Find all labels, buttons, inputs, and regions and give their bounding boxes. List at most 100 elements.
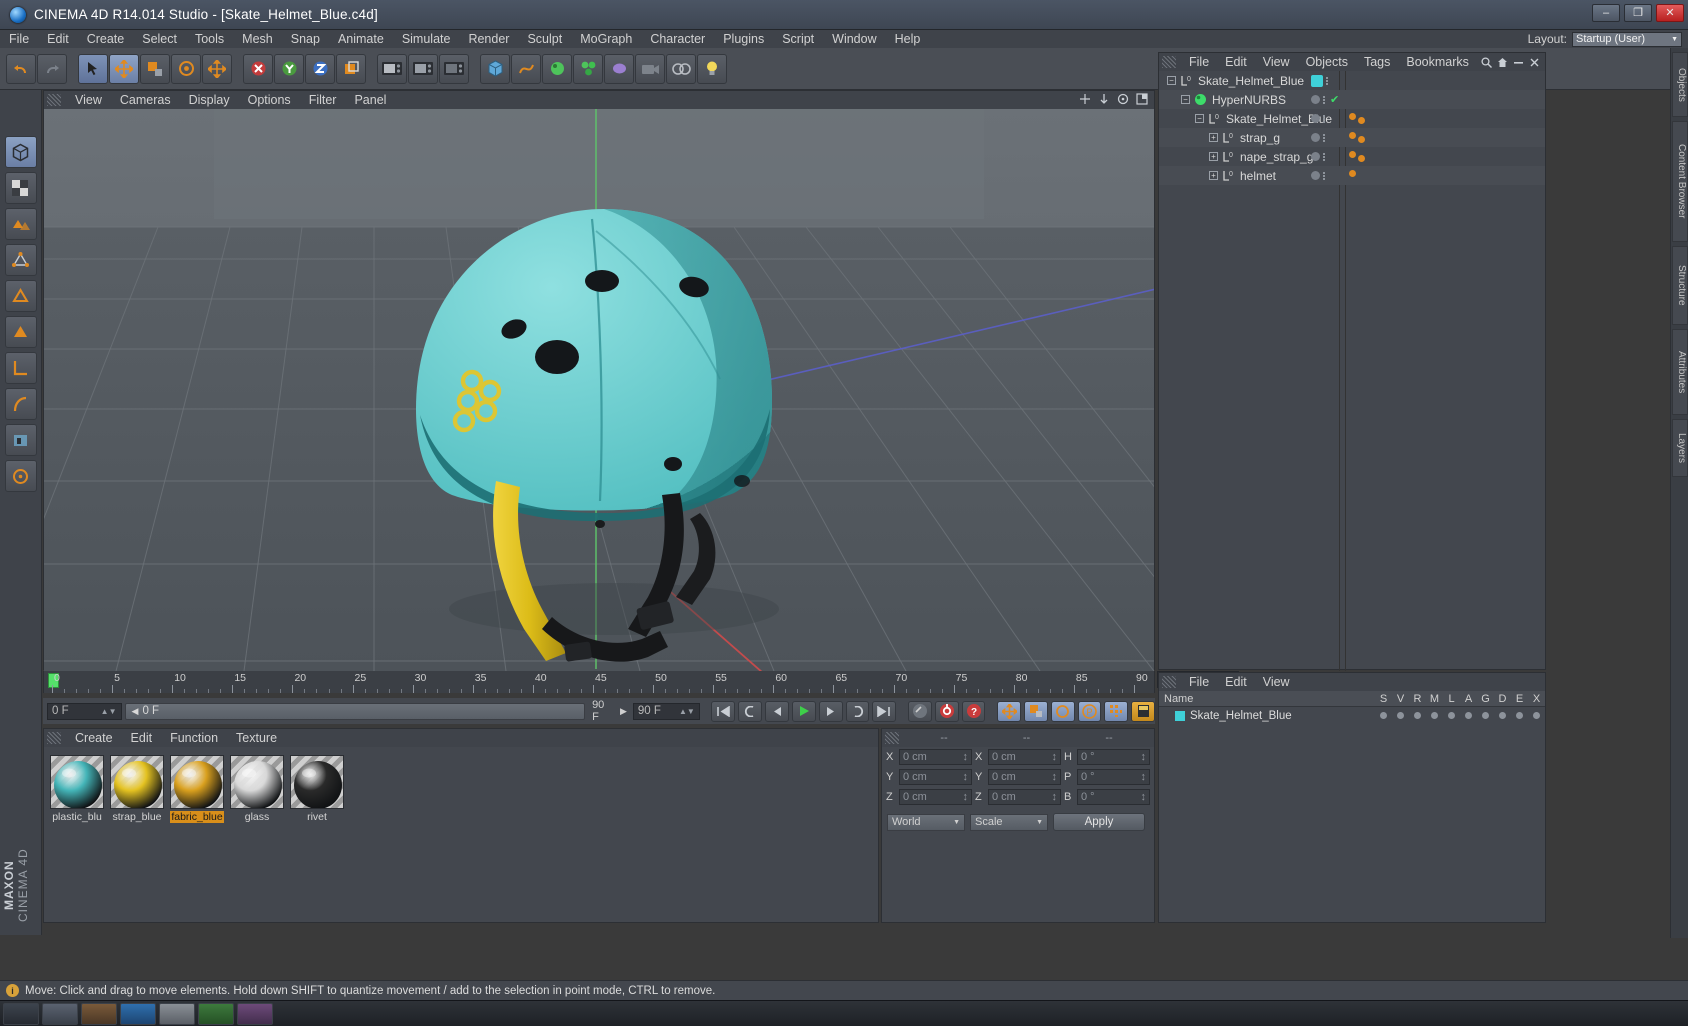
menu-item-help[interactable]: Help xyxy=(886,30,930,48)
autokey-button[interactable] xyxy=(934,700,959,722)
material-tag-icon[interactable] xyxy=(1358,117,1365,124)
stepper-icon[interactable]: ↕ xyxy=(1052,791,1058,803)
layer-toggle[interactable] xyxy=(1528,712,1545,719)
coordinate-input[interactable]: 0 cm ↕ xyxy=(988,749,1061,765)
stepper-icon[interactable]: ↕ xyxy=(1052,771,1058,783)
layer-menu-edit[interactable]: Edit xyxy=(1217,673,1255,691)
tree-expander-icon[interactable]: + xyxy=(1209,133,1218,142)
layer-toggle[interactable] xyxy=(1426,712,1443,719)
dolly-icon[interactable] xyxy=(1098,93,1110,105)
menu-item-edit[interactable]: Edit xyxy=(38,30,78,48)
layer-grip-icon[interactable] xyxy=(1162,676,1176,688)
layer-menu-view[interactable]: View xyxy=(1255,673,1298,691)
object-tags[interactable] xyxy=(1349,113,1365,124)
object-tree-row[interactable]: +0 helmet xyxy=(1159,166,1545,185)
menu-item-simulate[interactable]: Simulate xyxy=(393,30,460,48)
layer-toggle[interactable] xyxy=(1392,712,1409,719)
coordinate-input[interactable]: 0 ° ↕ xyxy=(1077,749,1150,765)
material-tag-icon[interactable] xyxy=(1349,132,1356,139)
object-grip-icon[interactable] xyxy=(1162,56,1176,68)
menu-item-render[interactable]: Render xyxy=(459,30,518,48)
stepper-icon[interactable]: ▲▼ xyxy=(679,707,695,716)
taskbar-item[interactable] xyxy=(3,1002,39,1025)
viewport-panel[interactable]: ViewCamerasDisplayOptionsFilterPanel Per… xyxy=(43,90,1155,671)
coordinate-space-dropdown[interactable]: World ▼ xyxy=(887,813,965,831)
stepper-icon[interactable]: ↕ xyxy=(1141,751,1147,763)
viewport-3d-canvas[interactable]: Y X Z xyxy=(44,109,1154,671)
material-thumbnail[interactable] xyxy=(230,755,284,809)
axis-mode-button[interactable] xyxy=(4,352,37,384)
add-camera-button[interactable] xyxy=(635,53,665,84)
point-mode-button[interactable] xyxy=(4,244,37,276)
lock-workplane-button[interactable] xyxy=(4,424,37,456)
layout-dropdown[interactable]: Startup (User) ▼ xyxy=(1572,31,1682,47)
scrub-handle-icon[interactable]: ◀ xyxy=(132,706,139,717)
layer-toggle[interactable] xyxy=(1477,712,1494,719)
tree-expander-icon[interactable]: − xyxy=(1195,114,1204,123)
maximize-button[interactable]: ❐ xyxy=(1624,4,1652,22)
play-reverse-button[interactable] xyxy=(738,700,763,722)
material-menu-texture[interactable]: Texture xyxy=(227,729,286,747)
coordinate-input[interactable]: 0 cm ↕ xyxy=(899,789,972,805)
layer-toggle[interactable] xyxy=(1375,712,1392,719)
coordinate-input[interactable]: 0 cm ↕ xyxy=(899,749,972,765)
stepper-icon[interactable]: ↕ xyxy=(1052,751,1058,763)
dock-tab-structure[interactable]: Structure xyxy=(1672,246,1688,325)
loop-button[interactable] xyxy=(845,700,870,722)
coordinate-input[interactable]: 0 cm ↕ xyxy=(899,769,972,785)
layer-column-x[interactable]: X xyxy=(1528,693,1545,705)
add-cube-button[interactable] xyxy=(480,53,510,84)
material-item[interactable]: rivet xyxy=(290,755,344,823)
record-key-button[interactable] xyxy=(907,700,932,722)
object-visibility-dots[interactable] xyxy=(1311,74,1328,87)
layer-column-a[interactable]: A xyxy=(1460,693,1477,705)
material-grip-icon[interactable] xyxy=(47,732,61,744)
taskbar-item[interactable] xyxy=(159,1002,195,1025)
taskbar-item[interactable] xyxy=(120,1002,156,1025)
menu-item-snap[interactable]: Snap xyxy=(282,30,329,48)
material-name[interactable]: fabric_blue xyxy=(170,811,224,823)
timeline-scrubber[interactable]: ◀ 0 F xyxy=(124,702,586,720)
viewport-menu-panel[interactable]: Panel xyxy=(345,91,395,109)
menu-item-select[interactable]: Select xyxy=(133,30,186,48)
object-tree-row[interactable]: − HyperNURBS ✔ xyxy=(1159,90,1545,109)
editor-visibility-dot[interactable] xyxy=(1311,133,1320,142)
material-tag-icon[interactable] xyxy=(1349,113,1356,120)
enabled-check-icon[interactable]: ✔ xyxy=(1330,93,1339,106)
menu-item-sculpt[interactable]: Sculpt xyxy=(518,30,571,48)
minimize-button[interactable]: – xyxy=(1592,4,1620,22)
object-visibility-dots[interactable] xyxy=(1311,114,1325,123)
workplane-button[interactable] xyxy=(4,388,37,420)
layer-toggle[interactable] xyxy=(1494,712,1511,719)
select-tool-button[interactable] xyxy=(78,53,108,84)
material-menu-create[interactable]: Create xyxy=(66,729,122,747)
layer-column-v[interactable]: V xyxy=(1392,693,1409,705)
render-settings-button[interactable] xyxy=(439,53,469,84)
material-tag-icon[interactable] xyxy=(1349,170,1356,177)
taskbar-item[interactable] xyxy=(81,1002,117,1025)
material-item[interactable]: strap_blue xyxy=(110,755,164,823)
tree-expander-icon[interactable]: + xyxy=(1209,152,1218,161)
menu-item-script[interactable]: Script xyxy=(773,30,823,48)
render-visibility-dots[interactable] xyxy=(1323,114,1325,123)
viewport-menu-cameras[interactable]: Cameras xyxy=(111,91,180,109)
maximize-view-icon[interactable] xyxy=(1136,93,1148,105)
taskbar-item[interactable] xyxy=(237,1002,273,1025)
object-tree-row[interactable]: − 0 Skate_Helmet_Blue xyxy=(1159,71,1545,90)
layer-column-l[interactable]: L xyxy=(1443,693,1460,705)
redo-button[interactable] xyxy=(37,53,67,84)
menu-item-tools[interactable]: Tools xyxy=(186,30,233,48)
end-frame-field[interactable]: 90 F ▲▼ xyxy=(632,702,700,720)
object-tags[interactable] xyxy=(1349,132,1365,143)
face-mode-button[interactable] xyxy=(4,316,37,348)
viewport-menu-view[interactable]: View xyxy=(66,91,111,109)
coordinate-input[interactable]: 0 cm ↕ xyxy=(988,769,1061,785)
edge-mode-button[interactable] xyxy=(4,280,37,312)
add-deformer-button[interactable] xyxy=(604,53,634,84)
menu-item-window[interactable]: Window xyxy=(823,30,885,48)
object-menu-file[interactable]: File xyxy=(1181,53,1217,71)
render-region-button[interactable] xyxy=(408,53,438,84)
viewport-menu-display[interactable]: Display xyxy=(180,91,239,109)
material-menu-function[interactable]: Function xyxy=(161,729,227,747)
material-thumbnail[interactable] xyxy=(170,755,224,809)
